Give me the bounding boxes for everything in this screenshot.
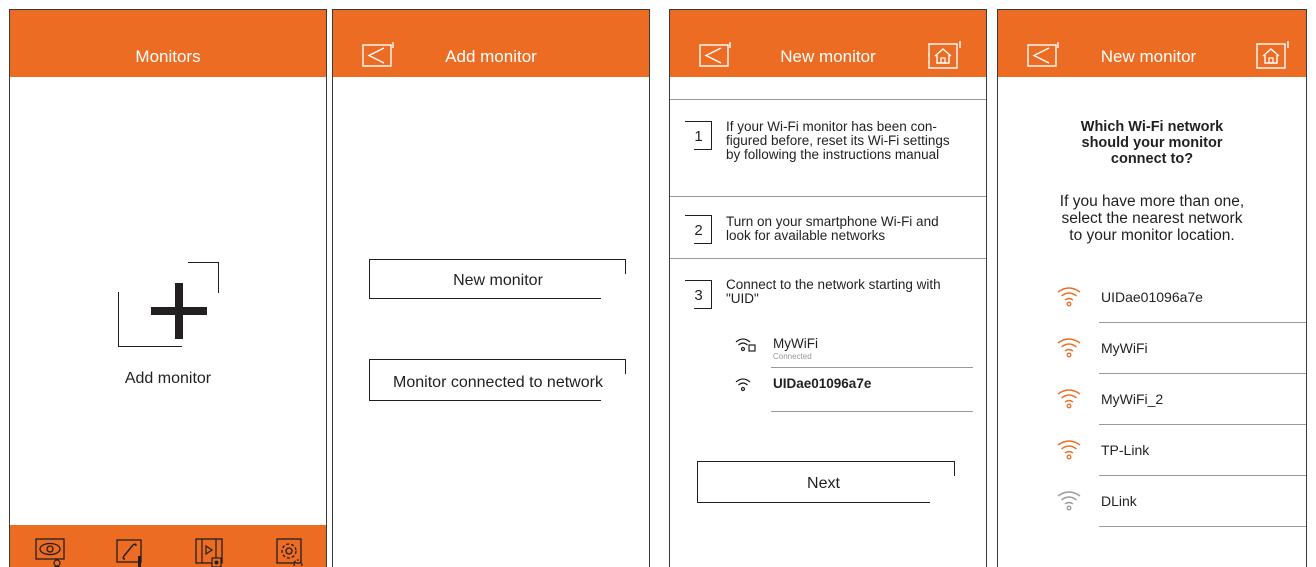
divider [1099,526,1306,527]
monitor-connected-label: Monitor connected to network [393,374,603,391]
network-name: MyWiFi_2 [1101,391,1164,407]
next-label: Next [807,475,840,492]
wifi-icon [735,378,751,392]
camera-view-icon[interactable] [33,538,67,567]
new-monitor-steps-screen: New monitor 1 If your Wi-Fi monitor has … [669,9,987,567]
bottom-nav [10,525,326,567]
header-bar: New monitor [998,10,1306,77]
wifi-icon [1057,491,1081,511]
call-log-icon[interactable] [113,538,147,567]
connection-status: Connected [773,352,812,361]
network-name: DLink [1101,493,1137,509]
step-number-badge: 1 [685,121,712,150]
monitors-screen: Monitors Add monitor [9,9,327,567]
step-number-badge: 2 [685,215,712,244]
wifi-icon [1057,389,1081,409]
next-button[interactable]: Next [697,461,955,505]
add-monitor-button[interactable] [118,262,219,347]
network-name: UIDae01096a7e [1101,289,1203,305]
add-monitor-screen: Add monitor New monitor Monitor connecte… [332,9,650,567]
header-bar: Monitors [10,10,326,77]
new-monitor-label: New monitor [453,272,543,289]
step-text: If your Wi-Fi monitor has been con- figu… [726,119,950,162]
page-title: Monitors [135,47,201,66]
question-hint: If you have more than one, select the ne… [1059,193,1245,244]
divider [670,196,986,197]
divider [1099,475,1306,476]
step-text: Turn on your smartphone Wi-Fi and look f… [726,214,939,243]
settings-icon[interactable] [272,538,306,567]
header-bar: Add monitor [333,10,649,77]
new-monitor-button[interactable]: New monitor [369,259,627,303]
page-title: Add monitor [445,47,537,66]
divider [1099,373,1306,374]
step-number: 3 [694,287,703,304]
network-list-item[interactable]: MyWiFi_2 [1056,385,1306,436]
wifi-icon [1057,287,1081,307]
question-heading: Which Wi-Fi network should your monitor … [1080,119,1224,167]
network-list-item[interactable]: UIDae01096a7e [1056,283,1306,334]
network-name: MyWiFi [1101,340,1148,356]
wifi-lock-icon [735,338,756,352]
step-number: 1 [694,128,703,145]
media-gallery-icon[interactable] [193,538,227,567]
divider [670,258,986,259]
network-name[interactable]: MyWiFi [773,336,818,351]
header-bar: New monitor [670,10,986,77]
divider [771,411,973,412]
add-monitor-label: Add monitor [124,370,212,387]
divider [1099,322,1306,323]
step-text: Connect to the network starting with "UI… [726,277,941,306]
network-list-item[interactable]: DLink [1056,487,1306,538]
network-name: TP-Link [1101,442,1150,458]
home-icon[interactable] [928,41,962,69]
divider [1099,424,1306,425]
network-list-item[interactable]: MyWiFi [1056,334,1306,385]
divider [670,99,986,100]
home-icon[interactable] [1256,41,1290,69]
wifi-icon [1057,338,1081,358]
select-network-screen: New monitor Which Wi-Fi network should y… [997,9,1307,567]
step-number-badge: 3 [685,280,712,309]
network-name[interactable]: UIDae01096a7e [773,376,871,391]
wifi-icon [1057,440,1081,460]
step-number: 2 [694,222,703,239]
plus-icon [118,262,219,347]
monitor-connected-button[interactable]: Monitor connected to network [369,359,627,403]
divider [771,367,973,368]
network-list-item[interactable]: TP-Link [1056,436,1306,487]
